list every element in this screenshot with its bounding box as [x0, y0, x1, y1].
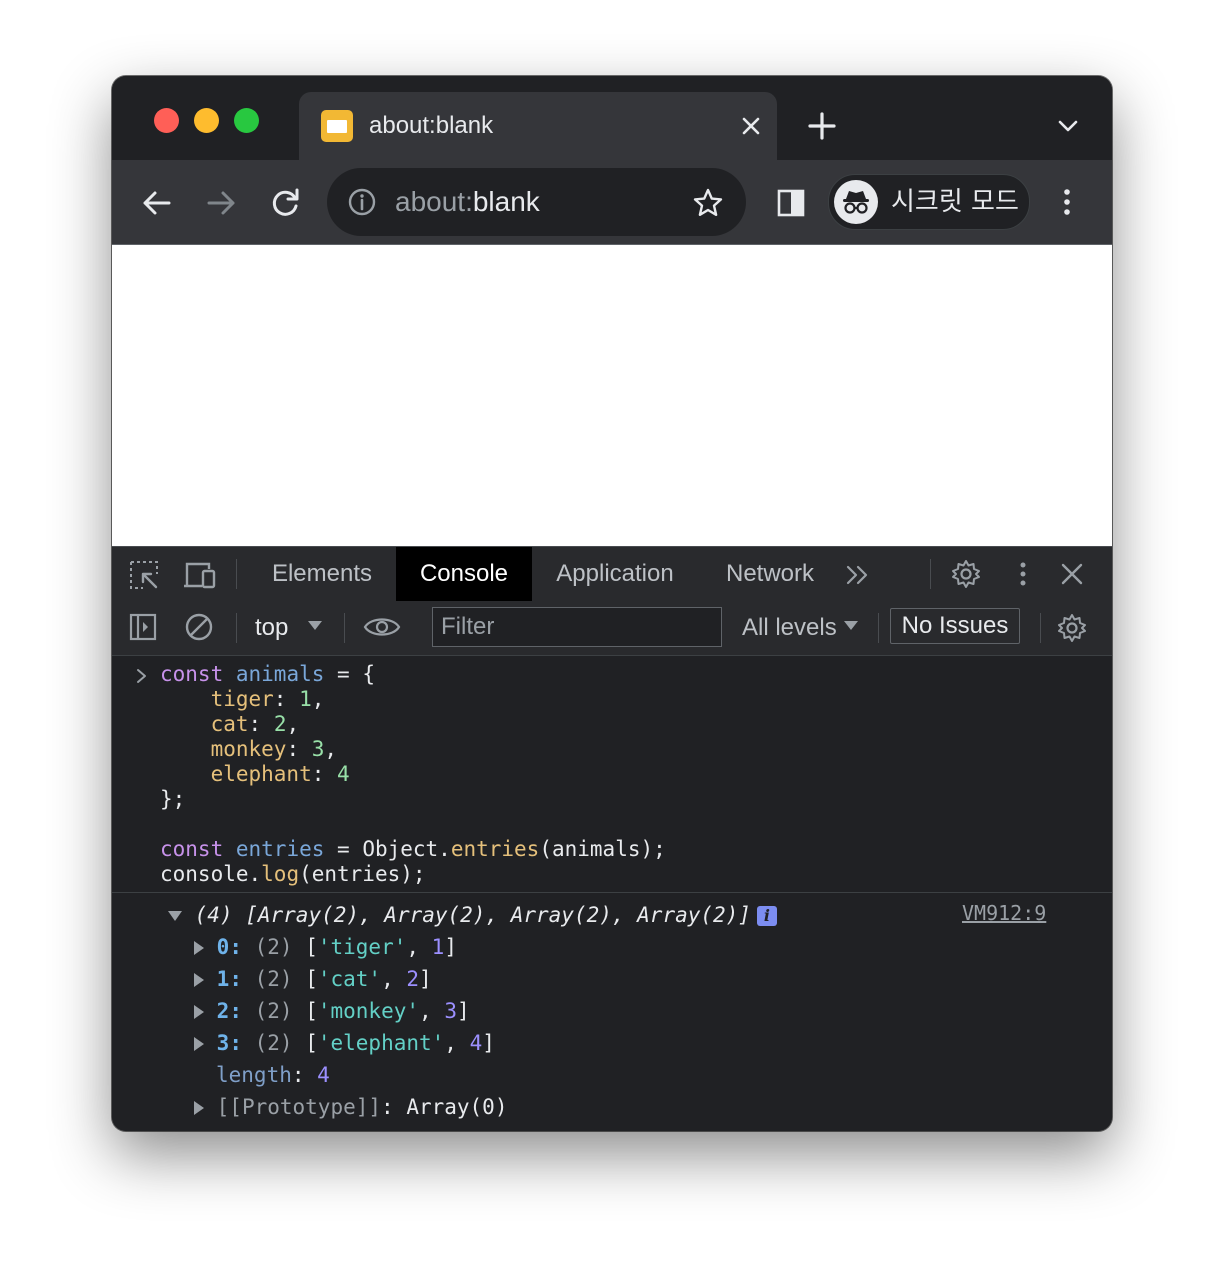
page-content — [112, 245, 1112, 546]
expand-triangle-right-icon — [194, 1101, 204, 1115]
url-text: about:blank — [395, 186, 540, 217]
close-icon[interactable] — [735, 110, 767, 142]
console-output-entry: VM912:9 (4) [Array(2), Array(2), Array(2… — [112, 893, 1112, 1131]
tab-about-blank[interactable]: about:blank — [299, 92, 777, 160]
console-sidebar-icon[interactable] — [128, 612, 158, 647]
close-window-button[interactable] — [154, 108, 179, 133]
device-toolbar-icon[interactable] — [183, 559, 217, 596]
expand-triangle-right-icon — [194, 1005, 204, 1019]
clear-console-icon[interactable] — [184, 612, 214, 647]
tab-elements[interactable]: Elements — [250, 547, 394, 601]
devtools-panel: Elements Console Application Network top… — [112, 546, 1112, 1131]
source-link[interactable]: VM912:9 — [962, 901, 1046, 925]
close-devtools-icon[interactable] — [1058, 560, 1086, 593]
divider — [878, 613, 879, 643]
context-dropdown-icon — [306, 619, 324, 638]
incognito-label: 시크릿 모드 — [891, 187, 1019, 217]
page-favicon-icon — [321, 110, 353, 142]
issues-button[interactable]: No Issues — [890, 608, 1020, 644]
code-block: const animals = { tiger: 1, cat: 2, monk… — [160, 662, 666, 886]
divider — [236, 613, 237, 643]
info-icon[interactable]: i — [756, 906, 777, 926]
new-tab-button[interactable] — [804, 108, 840, 144]
divider — [344, 613, 345, 643]
minimize-window-button[interactable] — [194, 108, 219, 133]
devtools-menu-icon[interactable] — [1010, 560, 1036, 593]
tab-search-chevron-down-icon[interactable] — [1052, 110, 1084, 142]
forward-arrow-icon[interactable] — [198, 180, 244, 226]
expand-triangle-right-icon — [194, 941, 204, 955]
tab-console[interactable]: Console — [396, 547, 532, 601]
tab-network[interactable]: Network — [706, 547, 834, 601]
inspect-element-icon[interactable] — [128, 559, 160, 596]
tab-application[interactable]: Application — [538, 547, 692, 601]
devtools-tab-bar: Elements Console Application Network — [112, 546, 1112, 602]
tab-strip: about:blank — [112, 76, 1112, 160]
console-settings-gear-icon[interactable] — [1056, 612, 1088, 649]
expand-triangle-right-icon — [194, 973, 204, 987]
tab-title: about:blank — [369, 112, 494, 139]
expand-triangle-right-icon — [194, 1037, 204, 1051]
more-tabs-icon[interactable] — [844, 561, 872, 594]
array-item-row[interactable]: 0: (2) ['tiger', 1] — [194, 933, 457, 961]
array-item-row[interactable]: 2: (2) ['monkey', 3] — [194, 997, 470, 1025]
browser-window: about:blank about:blank 시크릿 모드 Elements … — [112, 76, 1112, 1131]
bookmark-star-icon[interactable] — [691, 186, 725, 220]
array-summary-row[interactable]: (4) [Array(2), Array(2), Array(2), Array… — [168, 901, 777, 929]
site-info-icon[interactable] — [347, 187, 377, 217]
incognito-profile-button[interactable]: 시크릿 모드 — [828, 174, 1030, 230]
filter-input[interactable] — [432, 607, 722, 647]
console-messages: const animals = { tiger: 1, cat: 2, monk… — [112, 656, 1112, 1131]
browser-menu-icon[interactable] — [1052, 184, 1082, 220]
zoom-window-button[interactable] — [234, 108, 259, 133]
array-item-row[interactable]: 3: (2) ['elephant', 4] — [194, 1029, 495, 1057]
settings-gear-icon[interactable] — [950, 558, 982, 595]
address-bar[interactable]: about:blank — [327, 168, 746, 236]
prototype-row[interactable]: [[Prototype]]: Array(0) — [194, 1093, 507, 1121]
side-panel-icon[interactable] — [774, 186, 808, 220]
prompt-chevron-icon — [132, 666, 152, 686]
context-label: top — [255, 614, 289, 641]
array-item-row[interactable]: 1: (2) ['cat', 2] — [194, 965, 432, 993]
live-expression-eye-icon[interactable] — [363, 612, 401, 647]
console-input-entry: const animals = { tiger: 1, cat: 2, monk… — [112, 656, 1112, 893]
length-row: length: 4 — [216, 1063, 330, 1087]
console-toolbar: top All levels No Issues — [112, 601, 1112, 656]
divider — [930, 559, 931, 589]
expand-triangle-down-icon — [168, 911, 182, 921]
incognito-icon — [834, 180, 878, 224]
browser-toolbar: about:blank 시크릿 모드 — [112, 160, 1112, 245]
levels-dropdown-icon — [842, 619, 860, 638]
log-levels-label: All levels — [742, 614, 837, 641]
divider — [1040, 613, 1041, 643]
back-arrow-icon[interactable] — [134, 180, 180, 226]
reload-icon[interactable] — [262, 180, 308, 226]
divider — [236, 559, 237, 589]
